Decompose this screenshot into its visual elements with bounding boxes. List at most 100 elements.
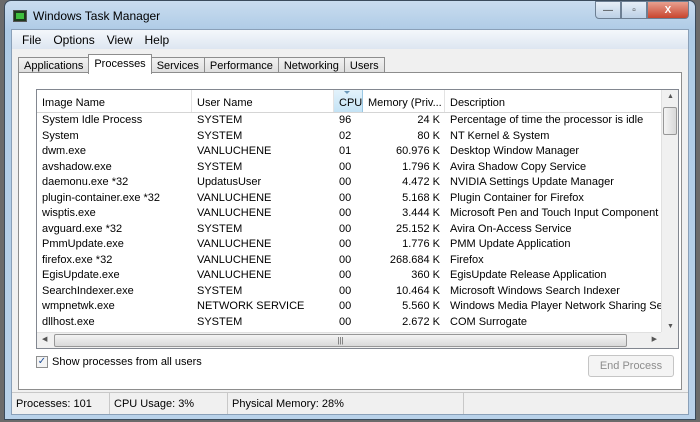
tab-processes[interactable]: Processes [88, 54, 152, 74]
description-cell: NVIDIA Settings Update Manager [450, 176, 614, 188]
image-name-cell: avguard.exe *32 [42, 222, 123, 235]
user-name-cell: VANLUCHENE [197, 253, 272, 266]
image-name-cell: EgisUpdate.exe [42, 269, 120, 281]
menu-file[interactable]: File [16, 33, 47, 47]
scroll-down-icon[interactable]: ▼ [667, 323, 674, 330]
vertical-scroll-thumb[interactable] [663, 107, 677, 135]
user-name-cell: VANLUCHENE [197, 191, 272, 204]
cpu-cell: 00 [339, 207, 352, 219]
column-cpu[interactable]: CPU [334, 90, 363, 112]
status-processes: Processes: 101 [12, 393, 110, 414]
cpu-cell: 02 [339, 129, 352, 142]
description-cell: Firefox [450, 253, 484, 266]
description-cell: Avira On-Access Service [450, 222, 572, 235]
cpu-cell: 01 [339, 145, 352, 157]
cpu-cell: 00 [339, 222, 352, 235]
process-row[interactable]: avshadow.exe SYSTEM 00 1.796 K Avira Shadow … [37, 160, 678, 176]
user-name-cell: VANLUCHENE [197, 238, 272, 250]
cpu-cell: 00 [339, 300, 352, 312]
scroll-left-icon[interactable]: ◀ [42, 335, 47, 343]
process-row[interactable]: daemonu.exe *32 UpdatusUser 00 4.472 K NVIDI… [37, 175, 678, 191]
scroll-up-icon[interactable]: ▲ [667, 93, 674, 100]
horizontal-scroll-thumb[interactable]: ||| [54, 334, 627, 347]
memory-cell: 3.444 K [402, 207, 440, 219]
user-name-cell: SYSTEM [197, 222, 243, 235]
checkbox-checked-icon[interactable]: ✓ [36, 356, 48, 368]
user-name-cell: SYSTEM [197, 315, 243, 328]
memory-cell: 268.684 K [389, 253, 440, 266]
description-cell: Microsoft Windows Search Indexer [450, 284, 620, 297]
process-row[interactable]: dwm.exe VANLUCHENE 01 60.976 K Desktop Windo… [37, 144, 678, 160]
image-name-cell: wisptis.exe [42, 207, 96, 219]
maximize-button[interactable]: ▫ [621, 1, 647, 19]
cpu-cell: 96 [339, 114, 352, 126]
image-name-cell: avshadow.exe [42, 160, 112, 173]
process-row[interactable]: SearchIndexer.exe SYSTEM 00 10.464 K Microso… [37, 284, 678, 300]
image-name-cell: firefox.exe *32 [42, 253, 113, 266]
window-title: Windows Task Manager [33, 9, 161, 23]
image-name-cell: PmmUpdate.exe [42, 238, 124, 250]
image-name-cell: System Idle Process [42, 114, 143, 126]
user-name-cell: UpdatusUser [197, 176, 262, 188]
user-name-cell: VANLUCHENE [197, 207, 272, 219]
show-all-users-label: Show processes from all users [52, 356, 202, 368]
column-user-name[interactable]: User Name [192, 90, 334, 112]
memory-cell: 25.152 K [395, 222, 440, 235]
processes-panel: Image Name User Name CPU Memory (Priv...… [18, 72, 682, 390]
image-name-cell: plugin-container.exe *32 [42, 191, 161, 204]
minimize-button[interactable]: — [595, 1, 621, 19]
image-name-cell: System [42, 129, 79, 142]
memory-cell: 10.464 K [395, 284, 440, 297]
column-headers: Image Name User Name CPU Memory (Priv...… [37, 90, 678, 113]
description-cell: Avira Shadow Copy Service [450, 160, 587, 173]
user-name-cell: VANLUCHENE [197, 269, 272, 281]
process-row[interactable]: System Idle Process SYSTEM 96 24 K Percentag… [37, 113, 678, 129]
scroll-corner [661, 332, 678, 348]
process-row[interactable]: PmmUpdate.exe VANLUCHENE 00 1.776 K PMM Upda… [37, 237, 678, 253]
end-process-button[interactable]: End Process [588, 355, 674, 377]
process-row[interactable]: EgisUpdate.exe VANLUCHENE 00 360 K EgisUpdat… [37, 268, 678, 284]
close-button[interactable]: X [647, 1, 689, 19]
horizontal-scrollbar[interactable]: ◀ ||| ▶ [37, 332, 662, 348]
image-name-cell: wmpnetwk.exe [42, 300, 115, 312]
task-manager-icon [13, 10, 27, 22]
column-description[interactable]: Description [445, 90, 662, 112]
show-all-users-checkbox[interactable]: ✓ Show processes from all users [36, 356, 202, 368]
cpu-cell: 00 [339, 238, 352, 250]
process-row[interactable]: dllhost.exe SYSTEM 00 2.672 K COM Surrogate [37, 315, 678, 331]
description-cell: NT Kernel & System [450, 129, 550, 142]
process-row[interactable]: wmpnetwk.exe NETWORK SERVICE 00 5.560 K Wind… [37, 299, 678, 315]
status-cpu-usage: CPU Usage: 3% [110, 393, 228, 414]
vertical-scrollbar[interactable]: ▲ ▼ [661, 90, 678, 333]
cpu-cell: 00 [339, 284, 352, 297]
memory-cell: 24 K [417, 114, 440, 126]
process-row[interactable]: System SYSTEM 02 80 K NT Kernel & System [37, 129, 678, 145]
description-cell: Microsoft Pen and Touch Input Component [450, 207, 659, 219]
process-row[interactable]: avguard.exe *32 SYSTEM 00 25.152 K Avira On-… [37, 222, 678, 238]
memory-cell: 60.976 K [395, 145, 440, 157]
description-cell: PMM Update Application [450, 238, 571, 250]
cpu-cell: 00 [339, 176, 352, 188]
menu-help[interactable]: Help [139, 33, 176, 47]
cpu-cell: 00 [339, 191, 352, 204]
process-row[interactable]: firefox.exe *32 VANLUCHENE 00 268.684 K Fire… [37, 253, 678, 269]
task-manager-window: Windows Task Manager — ▫ X File Options … [4, 0, 696, 420]
memory-cell: 5.560 K [402, 300, 440, 312]
memory-cell: 1.776 K [402, 238, 440, 250]
memory-cell: 80 K [417, 129, 440, 142]
menu-view[interactable]: View [101, 33, 139, 47]
process-row[interactable]: plugin-container.exe *32 VANLUCHENE 00 5.16… [37, 191, 678, 207]
user-name-cell: SYSTEM [197, 129, 243, 142]
image-name-cell: dwm.exe [42, 145, 87, 157]
scroll-right-icon[interactable]: ▶ [652, 335, 657, 343]
column-memory[interactable]: Memory (Priv... [363, 90, 445, 112]
memory-cell: 5.168 K [402, 191, 440, 204]
description-cell: COM Surrogate [450, 315, 528, 328]
description-cell: Percentage of time the processor is idle [450, 114, 644, 126]
process-row[interactable]: wisptis.exe VANLUCHENE 00 3.444 K Microsoft … [37, 206, 678, 222]
menu-options[interactable]: Options [47, 33, 100, 47]
status-physical-memory: Physical Memory: 28% [228, 393, 464, 414]
user-name-cell: SYSTEM [197, 284, 243, 297]
cpu-cell: 00 [339, 253, 352, 266]
column-image-name[interactable]: Image Name [37, 90, 192, 112]
